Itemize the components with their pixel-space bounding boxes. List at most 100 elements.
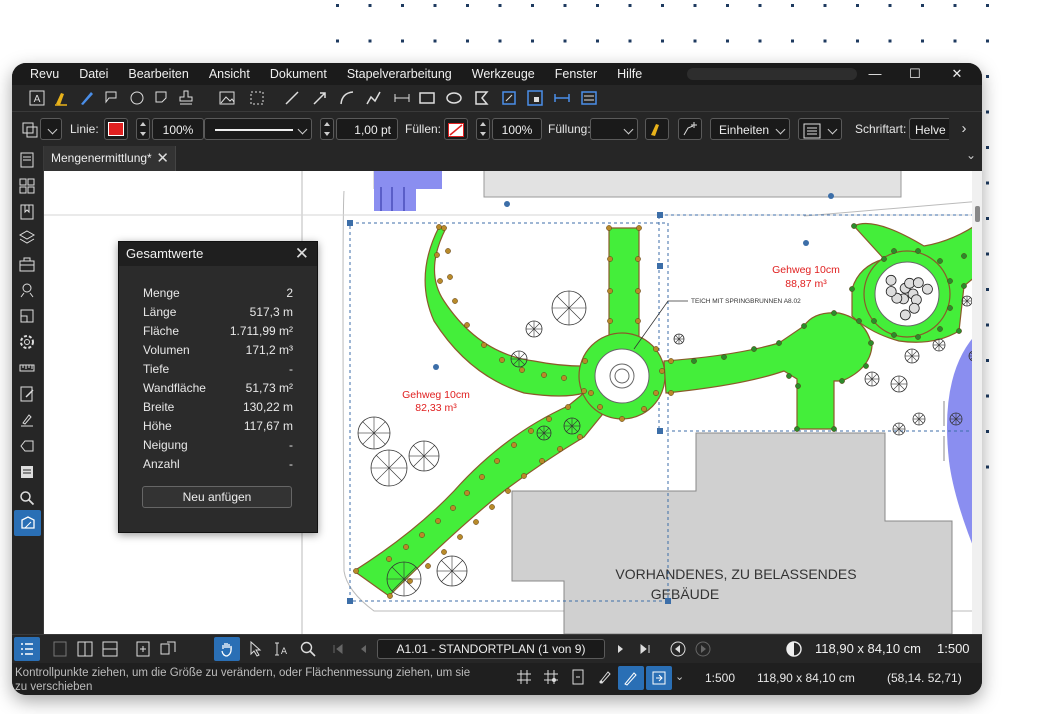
close-button[interactable]: ✕ (942, 63, 972, 85)
area-measure-icon[interactable] (499, 88, 519, 108)
totals-panel-close-icon[interactable]: ✕ (295, 242, 309, 266)
filling-dropdown[interactable] (590, 118, 638, 140)
bookmarks-icon[interactable] (18, 203, 36, 221)
menu-werkzeuge[interactable]: Werkzeuge (462, 63, 545, 85)
snap-to-grid-icon[interactable] (542, 668, 560, 686)
snap-to-markup-icon[interactable] (596, 668, 614, 686)
tags-icon[interactable] (18, 437, 36, 455)
line-opacity-field[interactable]: 100% (152, 118, 204, 140)
tab-list-chevron-down-icon[interactable]: ⌄ (966, 148, 976, 162)
highlighter-icon[interactable] (52, 88, 72, 108)
dimension-icon[interactable] (392, 88, 412, 108)
highlight-mode-button[interactable] (645, 118, 669, 140)
zoom-icon[interactable] (298, 639, 318, 659)
sync-view-button[interactable] (646, 666, 672, 690)
layers-icon[interactable] (18, 229, 36, 247)
select-text-icon[interactable]: A (270, 639, 290, 659)
style-icon[interactable] (20, 120, 40, 140)
line-opacity-stepper[interactable] (136, 118, 150, 140)
drawing-canvas[interactable]: VORHANDENES, ZU BELASSENDES GEBÄUDE Gehw… (44, 171, 982, 634)
rectangle-icon[interactable] (417, 88, 437, 108)
compare-icon[interactable] (158, 639, 178, 659)
settings-icon[interactable] (18, 333, 36, 351)
line-width-stepper[interactable] (320, 118, 334, 140)
tab-close-icon[interactable]: ✕ (156, 146, 169, 171)
grid-icon[interactable] (515, 668, 533, 686)
sync-icon[interactable] (133, 639, 153, 659)
text-align-dropdown[interactable] (798, 118, 842, 140)
line-color-swatch[interactable] (104, 118, 128, 140)
thumbnails-icon[interactable] (18, 177, 36, 195)
toolbar-overflow-chevron-icon[interactable]: › (950, 118, 978, 140)
contrast-icon[interactable] (784, 639, 804, 659)
next-view-icon[interactable] (693, 639, 713, 659)
page-selector[interactable]: A1.01 - STANDORTPLAN (1 von 9) (377, 639, 605, 659)
units-dropdown[interactable]: Einheiten (710, 118, 790, 140)
polygon-icon[interactable] (472, 88, 492, 108)
style-dropdown[interactable] (40, 118, 62, 140)
fill-opacity-stepper[interactable] (476, 118, 490, 140)
quantity-link-active[interactable] (14, 510, 41, 536)
forms-icon[interactable] (18, 463, 36, 481)
count-icon[interactable] (579, 88, 599, 108)
next-page-icon[interactable] (610, 639, 630, 659)
menu-ansicht[interactable]: Ansicht (199, 63, 260, 85)
panels-toggle-button[interactable] (14, 637, 40, 661)
snapshot-icon[interactable] (247, 88, 267, 108)
select-icon[interactable] (245, 639, 265, 659)
previous-page-icon[interactable] (353, 639, 373, 659)
line-width-field[interactable]: 1,00 pt (336, 118, 398, 140)
cutout-icon[interactable] (525, 88, 545, 108)
signatures-icon[interactable] (18, 411, 36, 429)
arrow-icon[interactable] (310, 88, 330, 108)
fill-opacity-field[interactable]: 100% (492, 118, 542, 140)
split-vertical-icon[interactable] (75, 639, 95, 659)
pen-icon[interactable] (77, 88, 97, 108)
line-icon[interactable] (282, 88, 302, 108)
polyline-icon[interactable] (364, 88, 384, 108)
search-icon[interactable] (18, 489, 36, 507)
menu-hilfe[interactable]: Hilfe (607, 63, 652, 85)
walkway-east[interactable] (663, 312, 873, 430)
markups-list-icon[interactable] (18, 385, 36, 403)
status-scale[interactable]: 1:500 (705, 671, 735, 685)
snap-to-content-icon[interactable] (569, 668, 587, 686)
sync-view-chevron-down-icon[interactable]: ⌄ (675, 670, 684, 683)
menu-bearbeiten[interactable]: Bearbeiten (118, 63, 198, 85)
measurements-icon[interactable] (18, 359, 36, 377)
length-measure-icon[interactable] (552, 88, 572, 108)
page-scale[interactable]: 1:500 (937, 641, 970, 656)
menu-revu[interactable]: Revu (12, 63, 69, 85)
last-page-icon[interactable] (635, 639, 655, 659)
split-horizontal-icon[interactable] (100, 639, 120, 659)
tool-chest-icon[interactable] (18, 255, 36, 273)
text-box-icon[interactable]: A (27, 88, 47, 108)
ellipse-icon[interactable] (444, 88, 464, 108)
pan-tool-button[interactable] (214, 637, 240, 661)
callout-icon[interactable] (102, 88, 122, 108)
cloud-icon[interactable] (127, 88, 147, 108)
spaces-icon[interactable] (18, 307, 36, 325)
minimize-button[interactable]: — (860, 63, 890, 85)
tab-mengenermittlung[interactable]: Mengenermittlung* ✕ (44, 146, 176, 171)
add-new-button[interactable]: Neu anfügen (142, 486, 292, 508)
reuse-markup-button[interactable] (618, 666, 644, 690)
scrollbar-thumb[interactable] (975, 206, 980, 222)
image-icon[interactable] (217, 88, 237, 108)
arc-icon[interactable] (337, 88, 357, 108)
previous-view-icon[interactable] (668, 639, 688, 659)
line-style-dropdown[interactable] (204, 118, 312, 140)
stamp-icon[interactable] (177, 88, 197, 108)
file-access-icon[interactable] (18, 151, 36, 169)
first-page-icon[interactable] (328, 639, 348, 659)
vertical-scrollbar[interactable] (972, 171, 982, 634)
single-page-icon[interactable] (50, 639, 70, 659)
menu-stapelverarbeitung[interactable]: Stapelverarbeitung (337, 63, 462, 85)
menu-datei[interactable]: Datei (69, 63, 118, 85)
menu-dokument[interactable]: Dokument (260, 63, 337, 85)
menu-fenster[interactable]: Fenster (545, 63, 607, 85)
add-vertex-button[interactable] (678, 118, 702, 140)
maximize-button[interactable]: ☐ (900, 63, 930, 85)
note-icon[interactable] (152, 88, 172, 108)
fill-color-swatch[interactable] (444, 118, 468, 140)
